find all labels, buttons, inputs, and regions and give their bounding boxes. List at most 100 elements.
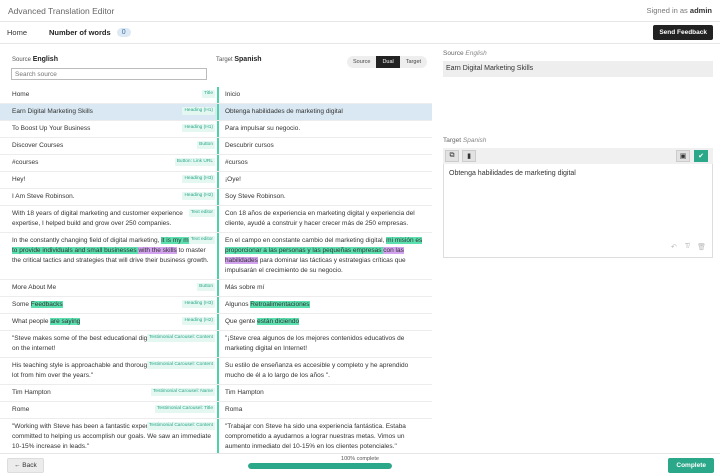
target-segment[interactable]: Que gente están diciendo bbox=[217, 314, 432, 330]
segment-text: Tim Hampton bbox=[225, 389, 264, 396]
segment-text-part: Algunos bbox=[225, 301, 251, 308]
target-segment[interactable]: Más sobre mí bbox=[217, 280, 432, 296]
segment-type-tag: Testimonial Carousel: Content bbox=[147, 422, 215, 430]
clear-format-icon[interactable]: T̸ bbox=[685, 243, 689, 251]
source-segment[interactable]: In the constantly changing field of digi… bbox=[0, 233, 217, 279]
source-segment[interactable]: Tim Hampton Testimonial Carousel: Name bbox=[0, 385, 217, 401]
source-text-box: Earn Digital Marketing Skills bbox=[443, 61, 713, 77]
nav-home-link[interactable]: Home bbox=[7, 28, 27, 37]
source-segment[interactable]: His teaching style is approachable and t… bbox=[0, 358, 217, 384]
copy-icon[interactable]: ⧉ bbox=[445, 150, 459, 162]
target-segment[interactable]: Su estilo de enseñanza es accesible y co… bbox=[217, 358, 432, 384]
segment-type-tag: Button bbox=[197, 141, 215, 149]
segment-text: Con 18 años de experiencia en marketing … bbox=[225, 210, 415, 227]
undo-icon[interactable]: ↶ bbox=[671, 243, 677, 251]
check-icon[interactable]: ✔ bbox=[694, 150, 708, 162]
segment-row[interactable]: Tim Hampton Testimonial Carousel: Name Tim… bbox=[0, 385, 432, 402]
footer-bar: ← Back 100% complete Complete bbox=[0, 453, 720, 476]
target-segment[interactable]: En el campo en constante cambio del mark… bbox=[217, 233, 432, 279]
target-panel: Target Spanish ⧉ ▮ ▣ ✔ Obtenga habilidad… bbox=[443, 137, 713, 258]
segment-text-part: Some bbox=[12, 301, 31, 308]
segment-row[interactable]: Discover Courses Button Descubrir cursos bbox=[0, 138, 432, 155]
segment-text: Soy Steve Robinson. bbox=[225, 193, 286, 200]
target-segment[interactable]: #cursos bbox=[217, 155, 432, 171]
target-text[interactable]: Obtenga habilidades de marketing digital bbox=[449, 170, 576, 177]
target-segment[interactable]: Inicio bbox=[217, 87, 432, 103]
target-segment[interactable]: ¡Oye! bbox=[217, 172, 432, 188]
target-segment[interactable]: Para impulsar su negocio. bbox=[217, 121, 432, 137]
source-label-text: Source bbox=[12, 57, 32, 63]
segment-row[interactable]: Some Feedbacks Heading (H3) Algunos Retroa… bbox=[0, 297, 432, 314]
segment-text: Rome bbox=[12, 406, 30, 413]
source-segment[interactable]: I Am Steve Robinson. Heading (H2) bbox=[0, 189, 217, 205]
complete-button[interactable]: Complete bbox=[668, 458, 714, 473]
target-segment[interactable]: Algunos Retroalimentaciones bbox=[217, 297, 432, 313]
target-segment[interactable]: Con 18 años de experiencia en marketing … bbox=[217, 206, 432, 232]
segment-text: Para impulsar su negocio. bbox=[225, 125, 301, 132]
target-segment[interactable]: Tim Hampton bbox=[217, 385, 432, 401]
send-feedback-button[interactable]: Send Feedback bbox=[653, 25, 713, 40]
view-dual-option[interactable]: Dual bbox=[376, 56, 400, 68]
source-segment[interactable]: Home Title bbox=[0, 87, 217, 103]
segment-row[interactable]: Hey! Heading (H3) ¡Oye! bbox=[0, 172, 432, 189]
target-segment[interactable]: Obtenga habilidades de marketing digital bbox=[217, 104, 432, 120]
source-segment[interactable]: Rome Testimonial Carousel: Title bbox=[0, 402, 217, 418]
target-panel-label: Target Spanish bbox=[443, 137, 713, 144]
segment-row[interactable]: More About Me Button Más sobre mí bbox=[0, 280, 432, 297]
source-segment[interactable]: Discover Courses Button bbox=[0, 138, 217, 154]
segment-row[interactable]: To Boost Up Your Business Heading (H1) Par… bbox=[0, 121, 432, 138]
segment-type-tag: Heading (H2) bbox=[182, 192, 215, 200]
target-segment[interactable]: Soy Steve Robinson. bbox=[217, 189, 432, 205]
target-text-editor[interactable]: Obtenga habilidades de marketing digital… bbox=[443, 164, 713, 258]
target-segment[interactable]: Descubrir cursos bbox=[217, 138, 432, 154]
segment-row[interactable]: "Working with Steve has been a fantastic… bbox=[0, 419, 432, 453]
segment-row[interactable]: In the constantly changing field of digi… bbox=[0, 233, 432, 280]
source-segment[interactable]: What people are saying Heading (H2) bbox=[0, 314, 217, 330]
segment-text: Más sobre mí bbox=[225, 284, 265, 291]
segment-type-tag: Heading (H3) bbox=[182, 175, 215, 183]
source-segment[interactable]: More About Me Button bbox=[0, 280, 217, 296]
segment-row[interactable]: Home Title Inicio bbox=[0, 87, 432, 104]
save-icon[interactable]: ▣ bbox=[676, 150, 690, 162]
view-target-option[interactable]: Target bbox=[400, 56, 427, 68]
segment-row[interactable]: His teaching style is approachable and t… bbox=[0, 358, 432, 385]
segment-type-tag: Button: Link URL bbox=[174, 158, 215, 166]
word-count-badge: 0 bbox=[116, 28, 131, 37]
target-label-text: Target bbox=[216, 57, 233, 63]
segment-text: "Trabajar con Steve ha sido una experien… bbox=[225, 423, 406, 450]
book-icon[interactable]: ▮ bbox=[462, 150, 476, 162]
source-segment[interactable]: With 18 years of digital marketing and c… bbox=[0, 206, 217, 232]
segment-text: ¡Oye! bbox=[225, 176, 241, 183]
segment-type-tag: Heading (H1) bbox=[182, 124, 215, 132]
segment-row[interactable]: With 18 years of digital marketing and c… bbox=[0, 206, 432, 233]
segment-text: Discover Courses bbox=[12, 142, 64, 149]
source-segment[interactable]: Hey! Heading (H3) bbox=[0, 172, 217, 188]
source-segment[interactable]: Some Feedbacks Heading (H3) bbox=[0, 297, 217, 313]
segment-row[interactable]: Earn Digital Marketing Skills Heading (H1… bbox=[0, 104, 432, 121]
segment-row[interactable]: I Am Steve Robinson. Heading (H2) Soy Stev… bbox=[0, 189, 432, 206]
target-panel-lang: Spanish bbox=[462, 137, 487, 144]
target-segment[interactable]: "Trabajar con Steve ha sido una experien… bbox=[217, 419, 432, 453]
editor-toolbar: ⧉ ▮ ▣ ✔ bbox=[443, 148, 713, 164]
source-segment[interactable]: "Working with Steve has been a fantastic… bbox=[0, 419, 217, 453]
segment-row[interactable]: What people are saying Heading (H2) Que ge… bbox=[0, 314, 432, 331]
source-segment[interactable]: "Steve makes some of the best educationa… bbox=[0, 331, 217, 357]
segment-text: To Boost Up Your Business bbox=[12, 125, 91, 132]
segment-row[interactable]: "Steve makes some of the best educationa… bbox=[0, 331, 432, 358]
trash-icon[interactable]: 🗑 bbox=[697, 243, 706, 251]
source-segment[interactable]: #courses Button: Link URL bbox=[0, 155, 217, 171]
segment-type-tag: Heading (H1) bbox=[182, 107, 215, 115]
search-source-input[interactable] bbox=[11, 68, 207, 80]
segment-text-part: Que gente bbox=[225, 318, 258, 325]
view-toggle: Source Dual Target bbox=[347, 56, 428, 68]
segment-text: #cursos bbox=[225, 159, 248, 166]
source-segment[interactable]: Earn Digital Marketing Skills Heading (H1… bbox=[0, 104, 217, 120]
source-segment[interactable]: To Boost Up Your Business Heading (H1) bbox=[0, 121, 217, 137]
signed-in-info: Signed in as admin bbox=[647, 6, 712, 15]
view-source-option[interactable]: Source bbox=[347, 56, 376, 68]
segment-row[interactable]: #courses Button: Link URL #cursos bbox=[0, 155, 432, 172]
segment-row[interactable]: Rome Testimonial Carousel: Title Roma bbox=[0, 402, 432, 419]
target-segment[interactable]: Roma bbox=[217, 402, 432, 418]
target-segment[interactable]: "¡Steve crea algunos de los mejores cont… bbox=[217, 331, 432, 357]
segment-text-part: Feedbacks bbox=[30, 301, 63, 308]
